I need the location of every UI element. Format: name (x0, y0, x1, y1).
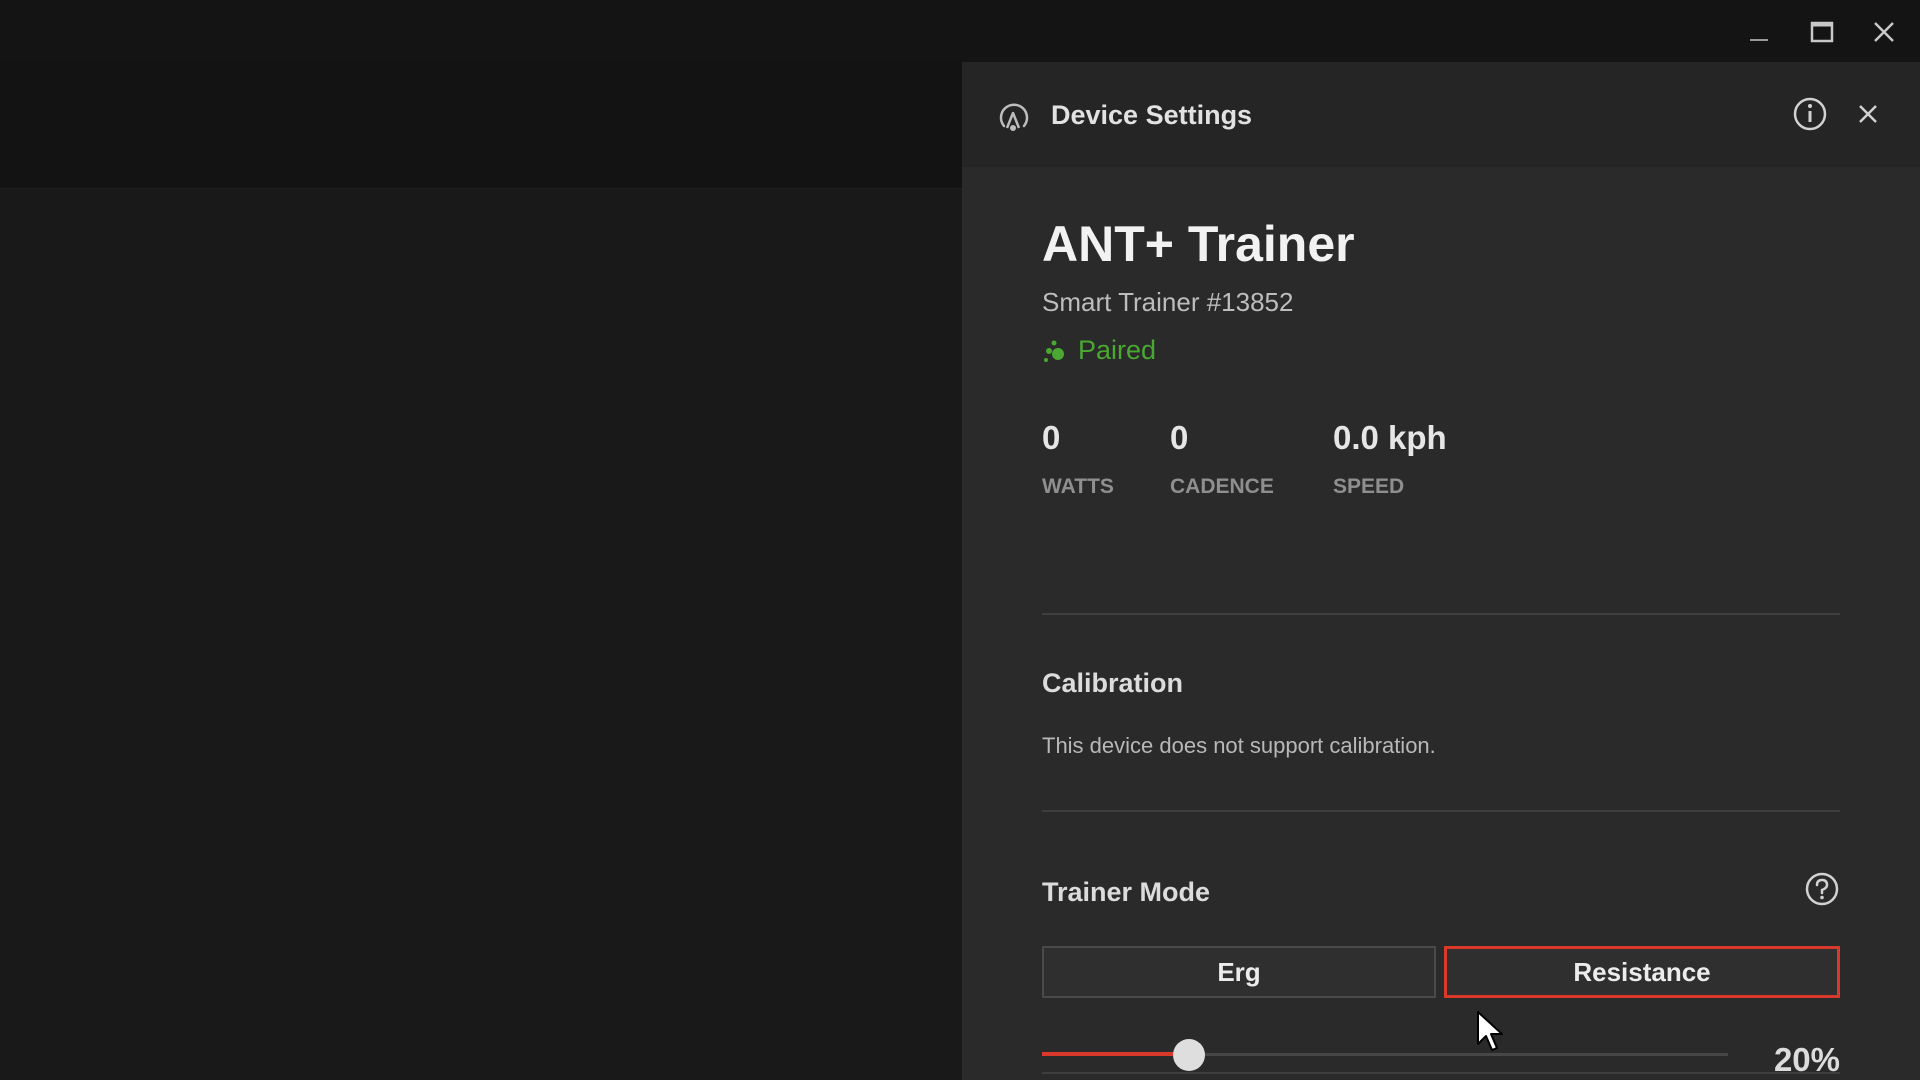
close-icon (1859, 105, 1877, 123)
left-main-area (0, 189, 962, 1080)
trainer-device-icon (999, 103, 1029, 131)
mode-resistance-button[interactable]: Resistance (1444, 946, 1840, 998)
stat-value: 0 (1170, 419, 1189, 456)
stat-label: WATTS (1042, 475, 1114, 498)
calibration-text: This device does not support calibration… (1042, 733, 1436, 758)
left-header-area (0, 62, 962, 189)
stat-watts: 0 WATTS (1042, 419, 1114, 499)
window-titlebar (0, 0, 1920, 62)
panel-close-button[interactable] (1851, 97, 1885, 131)
status-text: Paired (1078, 335, 1157, 365)
stat-label: SPEED (1333, 475, 1405, 498)
info-icon (1793, 97, 1827, 131)
paired-icon (1044, 340, 1064, 362)
info-button[interactable] (1791, 95, 1829, 133)
trainer-mode-help-button[interactable] (1803, 870, 1841, 908)
maximize-icon (1810, 21, 1834, 43)
slider-thumb[interactable] (1173, 1039, 1205, 1071)
device-subtitle: Smart Trainer #13852 (1042, 287, 1294, 317)
panel-title: Device Settings (1051, 100, 1253, 130)
minimize-button[interactable] (1735, 12, 1783, 52)
mouse-cursor-icon (1477, 1011, 1503, 1051)
stat-label: CADENCE (1170, 475, 1274, 498)
calibration-title: Calibration (1042, 668, 1184, 698)
device-name: ANT+ Trainer (1042, 216, 1355, 272)
resistance-slider[interactable] (1042, 1035, 1728, 1075)
maximize-button[interactable] (1798, 12, 1846, 52)
divider (1042, 1072, 1840, 1074)
help-icon (1805, 872, 1839, 906)
panel-header: Device Settings (962, 62, 1920, 167)
minimize-icon (1750, 39, 1768, 41)
stat-cadence: 0 CADENCE (1170, 419, 1274, 499)
window-close-button[interactable] (1860, 12, 1908, 52)
status-badge: Paired (1042, 335, 1156, 366)
divider (1042, 613, 1840, 615)
slider-fill (1042, 1052, 1189, 1056)
divider (1042, 810, 1840, 812)
mode-erg-button[interactable]: Erg (1042, 946, 1436, 998)
trainer-mode-title: Trainer Mode (1042, 877, 1211, 907)
stat-value: 0 (1042, 419, 1061, 456)
stat-speed: 0.0 kph SPEED (1333, 419, 1447, 499)
stat-value: 0.0 kph (1333, 419, 1447, 456)
close-icon (1874, 22, 1894, 42)
device-settings-panel: Device Settings ANT+ Trainer Smart Train… (962, 62, 1920, 1080)
